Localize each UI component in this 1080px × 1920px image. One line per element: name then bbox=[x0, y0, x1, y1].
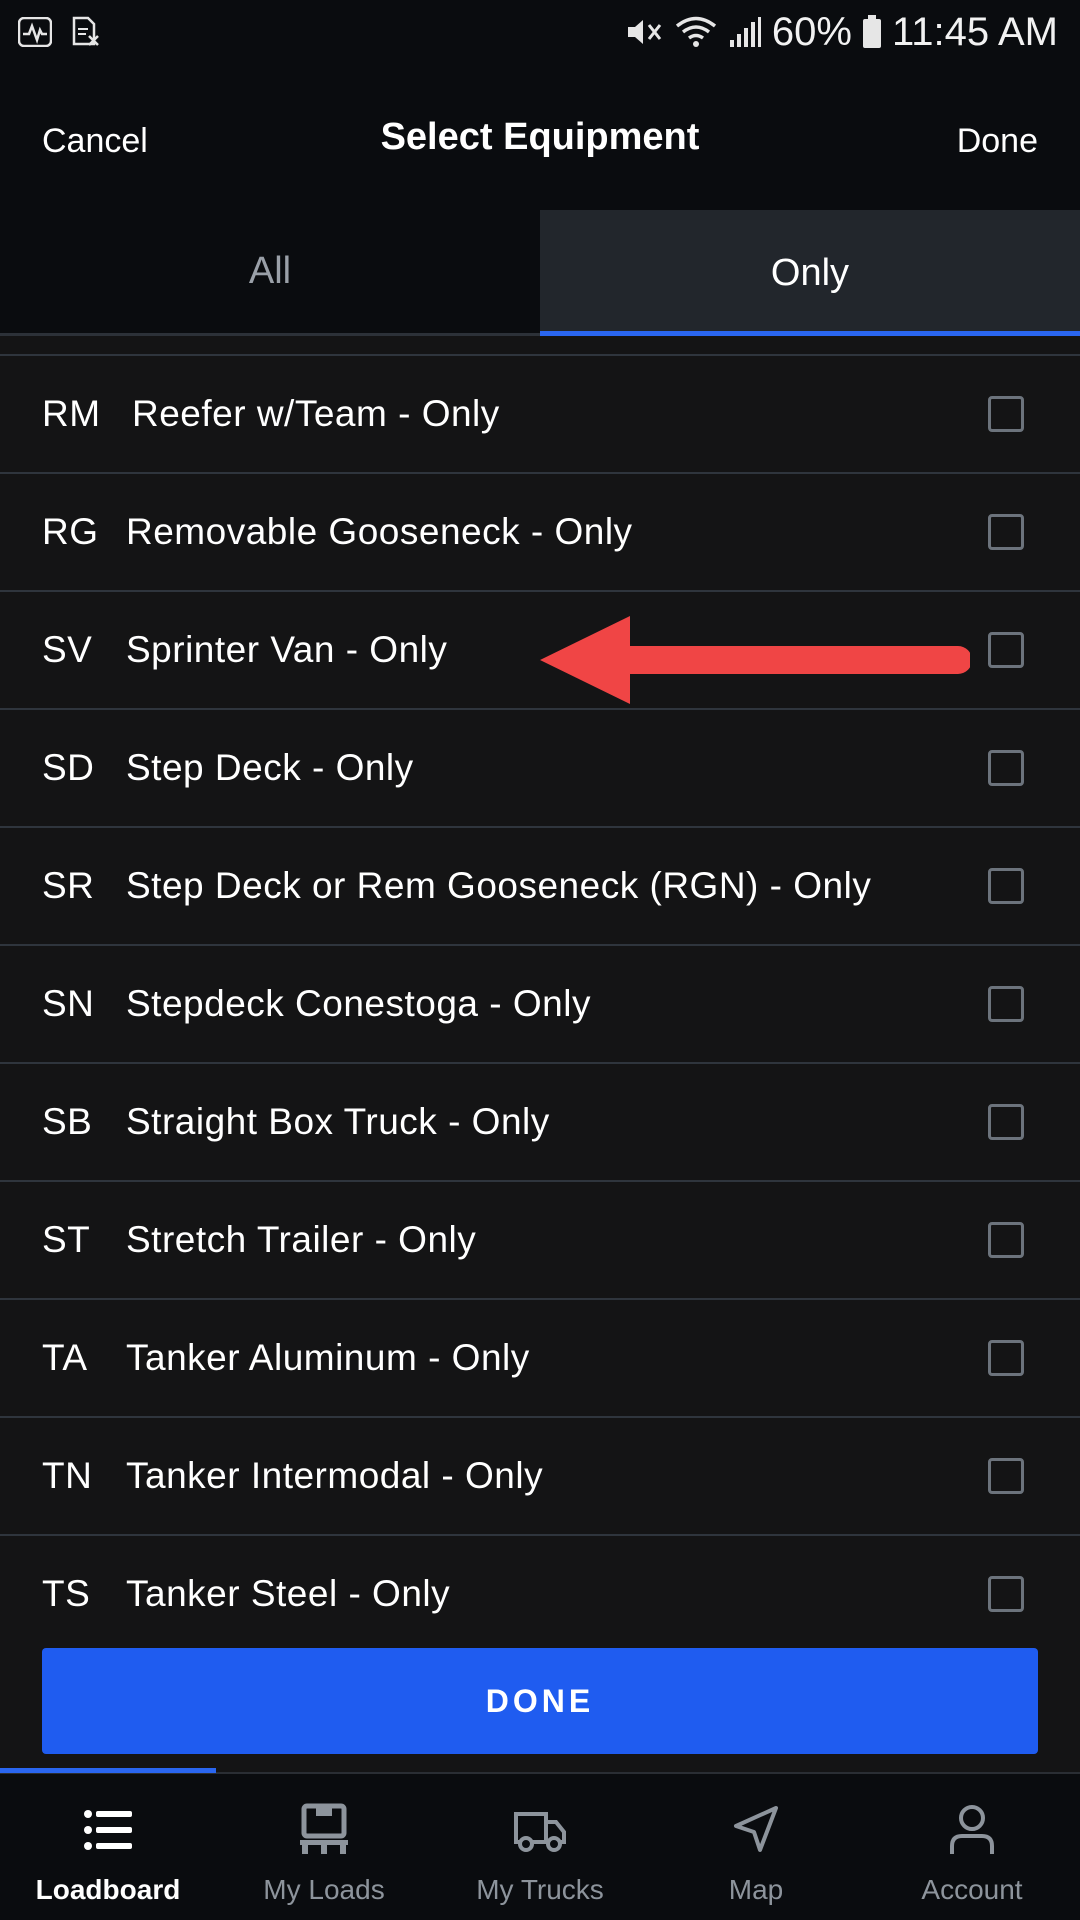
nav-item-map[interactable]: Map bbox=[648, 1774, 864, 1920]
equipment-code: SB bbox=[42, 1101, 93, 1142]
equipment-label: Stepdeck Conestoga - Only bbox=[126, 983, 591, 1024]
sim-card-icon bbox=[72, 16, 99, 46]
tab-all[interactable]: All bbox=[0, 210, 540, 336]
equipment-checkbox[interactable] bbox=[988, 1340, 1024, 1376]
list-icon bbox=[84, 1810, 132, 1850]
nav-label: My Trucks bbox=[476, 1874, 604, 1905]
equipment-label: Sprinter Van - Only bbox=[126, 629, 448, 670]
equipment-checkbox[interactable] bbox=[988, 396, 1024, 432]
equipment-checkbox[interactable] bbox=[988, 986, 1024, 1022]
done-bar: DONE bbox=[0, 1630, 1080, 1778]
clock: 11:45 AM bbox=[891, 9, 1058, 54]
equipment-checkbox[interactable] bbox=[988, 1458, 1024, 1494]
signal-icon bbox=[729, 17, 761, 47]
equipment-checkbox[interactable] bbox=[988, 1104, 1024, 1140]
equipment-code: TA bbox=[42, 1337, 88, 1378]
truck-icon bbox=[514, 1812, 566, 1852]
battery-percent: 60% bbox=[771, 9, 852, 54]
nav-label: Map bbox=[728, 1874, 784, 1905]
tab-only[interactable]: Only bbox=[540, 210, 1080, 336]
list-top-edge bbox=[0, 336, 1080, 356]
equipment-checkbox[interactable] bbox=[988, 868, 1024, 904]
list-item[interactable]: TA Tanker Aluminum - Only bbox=[0, 1300, 1080, 1418]
status-system: 60% 11:45 AM bbox=[624, 10, 1058, 55]
filter-tabs: All Only bbox=[0, 210, 1080, 336]
list-item[interactable]: RG Removable Gooseneck - Only bbox=[0, 474, 1080, 592]
person-icon bbox=[950, 1805, 994, 1854]
equipment-checkbox[interactable] bbox=[988, 632, 1024, 668]
wifi-icon bbox=[675, 16, 716, 47]
nav-item-my-loads[interactable]: My Loads bbox=[216, 1774, 432, 1920]
equipment-label: Tanker Aluminum - Only bbox=[126, 1337, 530, 1378]
equipment-code: TN bbox=[42, 1455, 93, 1496]
nav-label: Loadboard bbox=[35, 1874, 181, 1905]
navigation-header: Cancel Select Equipment Done bbox=[0, 64, 1080, 210]
equipment-code: SV bbox=[42, 629, 93, 670]
nav-item-loadboard[interactable]: Loadboard bbox=[0, 1774, 216, 1920]
list-item[interactable]: TN Tanker Intermodal - Only bbox=[0, 1418, 1080, 1536]
equipment-code: SD bbox=[42, 747, 95, 788]
equipment-label: Stretch Trailer - Only bbox=[126, 1219, 477, 1260]
mute-icon bbox=[627, 20, 662, 44]
equipment-label: Step Deck - Only bbox=[126, 747, 414, 788]
equipment-code: ST bbox=[42, 1219, 91, 1260]
equipment-label: Tanker Steel - Only bbox=[126, 1573, 451, 1614]
list-item[interactable]: SN Stepdeck Conestoga - Only bbox=[0, 946, 1080, 1064]
list-item[interactable]: TS Tanker Steel - Only bbox=[0, 1536, 1080, 1630]
equipment-code: RM bbox=[42, 393, 101, 434]
equipment-label: Step Deck or Rem Gooseneck (RGN) - Only bbox=[126, 865, 872, 906]
equipment-code: SN bbox=[42, 983, 95, 1024]
nav-label: Account bbox=[921, 1874, 1023, 1905]
equipment-checkbox[interactable] bbox=[988, 1222, 1024, 1258]
equipment-label: Reefer w/Team - Only bbox=[132, 393, 500, 434]
page-title: Select Equipment bbox=[380, 116, 700, 158]
status-notifications bbox=[18, 16, 100, 48]
status-bar: 60% 11:45 AM bbox=[0, 0, 1080, 64]
done-button[interactable]: DONE bbox=[42, 1648, 1038, 1754]
header-done-button[interactable]: Done bbox=[957, 122, 1038, 161]
equipment-label: Tanker Intermodal - Only bbox=[126, 1455, 544, 1496]
equipment-code: TS bbox=[42, 1573, 91, 1614]
equipment-code: SR bbox=[42, 865, 95, 906]
bottom-navigation: Loadboard My Loads My Trucks Map Account bbox=[0, 1768, 1080, 1920]
equipment-label: Removable Gooseneck - Only bbox=[126, 511, 633, 552]
equipment-checkbox[interactable] bbox=[988, 514, 1024, 550]
nav-label: My Loads bbox=[263, 1874, 385, 1905]
navigation-arrow-icon bbox=[734, 1806, 778, 1852]
equipment-checkbox[interactable] bbox=[988, 1576, 1024, 1612]
equipment-code: RG bbox=[42, 511, 99, 552]
active-tab-indicator bbox=[0, 1768, 216, 1773]
annotation-arrow-icon bbox=[540, 616, 970, 704]
list-item[interactable]: ST Stretch Trailer - Only bbox=[0, 1182, 1080, 1300]
activity-icon bbox=[18, 17, 52, 47]
list-item[interactable]: SR Step Deck or Rem Gooseneck (RGN) - On… bbox=[0, 828, 1080, 946]
list-item[interactable]: SB Straight Box Truck - Only bbox=[0, 1064, 1080, 1182]
list-item[interactable]: SD Step Deck - Only bbox=[0, 710, 1080, 828]
equipment-list[interactable]: RM Reefer w/Team - Only RG Removable Goo… bbox=[0, 336, 1080, 1630]
list-item[interactable]: RM Reefer w/Team - Only bbox=[0, 356, 1080, 474]
battery-icon bbox=[862, 15, 881, 48]
equipment-checkbox[interactable] bbox=[988, 750, 1024, 786]
nav-item-account[interactable]: Account bbox=[864, 1774, 1080, 1920]
pallet-icon bbox=[300, 1803, 348, 1854]
equipment-label: Straight Box Truck - Only bbox=[126, 1101, 550, 1142]
nav-item-my-trucks[interactable]: My Trucks bbox=[432, 1774, 648, 1920]
